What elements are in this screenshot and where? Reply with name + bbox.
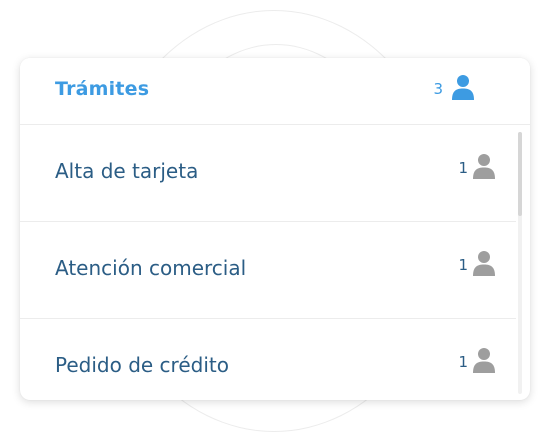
list-item-user-count: 1 [458,256,468,274]
user-icon [473,154,495,179]
list-item-user-count: 1 [458,353,468,371]
tramites-list: Alta de tarjeta 1 Atención comercial 1 P… [20,125,516,400]
user-icon [473,251,495,276]
list-item-label: Atención comercial [55,256,247,280]
tramites-card: Trámites 3 Alta de tarjeta 1 Atención co… [20,58,530,400]
header-user-count: 3 [433,80,443,98]
user-icon [473,348,495,373]
list-item-label: Pedido de crédito [55,353,229,377]
list-item-user-count: 1 [458,159,468,177]
list-item-atencion-comercial[interactable]: Atención comercial 1 [20,222,516,319]
card-header: Trámites 3 [20,58,530,125]
scrollbar-thumb[interactable] [518,132,522,216]
header-title: Trámites [55,78,150,100]
list-item-pedido-de-credito[interactable]: Pedido de crédito 1 [20,319,516,400]
list-scrollbar[interactable] [518,132,522,394]
list-item-alta-de-tarjeta[interactable]: Alta de tarjeta 1 [20,125,516,222]
user-icon [452,75,474,100]
list-item-label: Alta de tarjeta [55,159,199,183]
